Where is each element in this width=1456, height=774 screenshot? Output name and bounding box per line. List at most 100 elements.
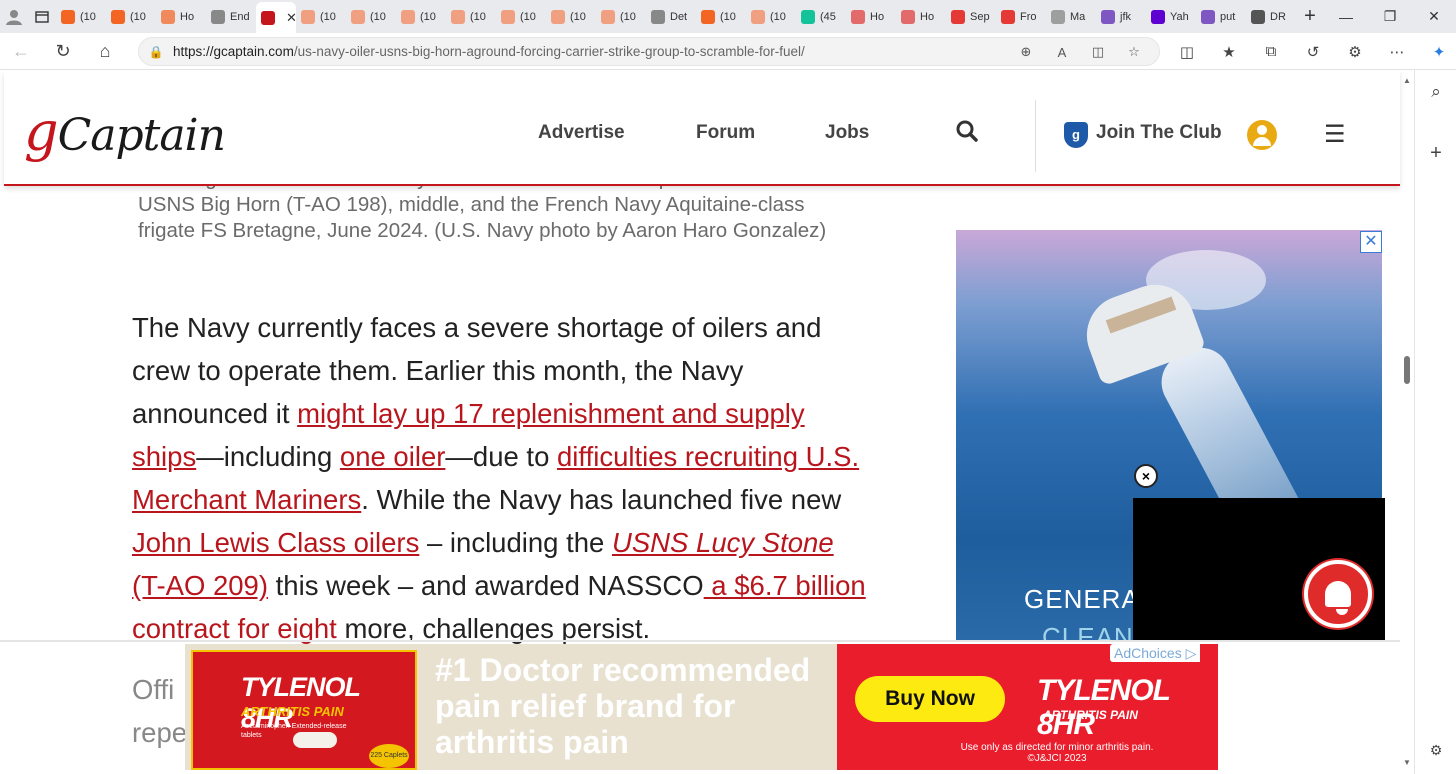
sidebar-add-icon[interactable]: + [1415, 142, 1456, 165]
tab-favicon-icon [1151, 9, 1165, 24]
browser-tab[interactable]: jfk [1096, 3, 1146, 31]
browser-tab[interactable]: End [206, 3, 256, 31]
url-path: /us-navy-oiler-usns-big-horn-aground-for… [293, 44, 805, 59]
tab-label: Sep [970, 10, 990, 23]
tab-label: (10 [620, 10, 636, 23]
tab-label: put [1220, 10, 1236, 23]
link-one-oiler[interactable]: one oiler [340, 441, 446, 472]
close-window-button[interactable]: ✕ [1412, 0, 1456, 33]
more-menu-icon[interactable]: ⋯ [1376, 33, 1418, 70]
browser-tab[interactable]: ✕ [256, 2, 296, 33]
sidebar-settings-icon[interactable]: ⚙ [1415, 742, 1456, 759]
buy-now-button[interactable]: Buy Now [855, 676, 1005, 722]
split-screen-icon[interactable]: ◫ [1166, 33, 1208, 70]
reader-view-icon[interactable]: ◫ [1083, 41, 1113, 63]
nav-forum[interactable]: Forum [696, 122, 755, 144]
video-close-button[interactable]: × [1134, 464, 1158, 488]
tab-favicon-icon [401, 9, 415, 24]
browser-tab[interactable]: Ho [896, 3, 946, 31]
home-button[interactable]: ⌂ [84, 33, 126, 70]
browser-tab[interactable]: (10 [396, 3, 446, 31]
tab-favicon-icon [111, 9, 125, 24]
browser-tab[interactable]: Ho [156, 3, 206, 31]
url-input[interactable]: 🔒 https://gcaptain.com/us-navy-oiler-usn… [138, 37, 1160, 66]
header-divider [1035, 100, 1036, 172]
gcaptain-logo[interactable]: gCaptain [24, 100, 226, 163]
ad-close-button[interactable]: ✕ [1360, 231, 1382, 253]
user-avatar-icon[interactable] [1247, 120, 1277, 150]
browser-tab[interactable]: Sep [946, 3, 996, 31]
minimize-button[interactable]: — [1324, 0, 1368, 33]
tab-label: Yah [1170, 10, 1189, 23]
sidebar-search-icon[interactable]: ⌕ [1415, 82, 1456, 102]
restore-button[interactable]: ❐ [1368, 0, 1412, 33]
browser-tab[interactable]: (10 [496, 3, 546, 31]
profile-icon[interactable] [0, 3, 28, 31]
tab-favicon-icon [801, 9, 815, 24]
lock-icon[interactable]: 🔒 [139, 45, 173, 59]
browser-tab[interactable]: (45 [796, 3, 846, 31]
nav-advertise[interactable]: Advertise [538, 122, 625, 144]
search-icon[interactable] [956, 120, 978, 148]
extensions-icon[interactable]: ⚙ [1334, 33, 1376, 70]
browser-tab[interactable]: (10 [546, 3, 596, 31]
tab-favicon-icon [211, 9, 225, 24]
read-aloud-icon[interactable]: A [1047, 41, 1077, 63]
nav-jobs[interactable]: Jobs [825, 122, 869, 144]
ad-headline-2: CLEAN [1042, 622, 1134, 642]
tab-label: (10 [80, 10, 96, 23]
tab-favicon-icon [701, 9, 715, 24]
browser-tab[interactable]: (10 [346, 3, 396, 31]
zoom-icon[interactable]: ⊕ [1011, 41, 1041, 63]
collections-icon[interactable]: ⧉ [1250, 33, 1292, 70]
tab-label: (10 [720, 10, 736, 23]
tab-label: (10 [320, 10, 336, 23]
caption-line-1: USNS Big Horn (T-AO 198), middle, and th… [138, 193, 805, 216]
refresh-button[interactable]: ↻ [42, 33, 84, 70]
favorite-star-icon[interactable]: ☆ [1119, 41, 1149, 63]
tab-actions-icon[interactable] [28, 3, 56, 31]
browser-tab[interactable]: Fro [996, 3, 1046, 31]
browser-tab[interactable]: Yah [1146, 3, 1196, 31]
sticky-ad-divider [0, 640, 1400, 642]
browser-tab[interactable]: (10 [746, 3, 796, 31]
adchoices-icon[interactable]: AdChoices ▷ [1110, 644, 1201, 662]
tab-favicon-icon [901, 9, 915, 24]
new-tab-button[interactable]: + [1296, 3, 1324, 31]
browser-tab[interactable]: put [1196, 3, 1246, 31]
notification-bell-icon[interactable] [1304, 560, 1372, 628]
history-icon[interactable]: ↺ [1292, 33, 1334, 70]
edge-sidebar: ⌕ + ⚙ [1414, 70, 1456, 774]
browser-tab[interactable]: Ho [846, 3, 896, 31]
url-text: https://gcaptain.com/us-navy-oiler-usns-… [173, 44, 805, 59]
page-scrollbar[interactable]: ▲ ▼ [1400, 70, 1414, 774]
browser-tab[interactable]: (10 [106, 3, 156, 31]
favorites-icon[interactable]: ★ [1208, 33, 1250, 70]
tab-favicon-icon [1251, 9, 1265, 24]
browser-tab[interactable]: DR [1246, 3, 1296, 31]
scroll-up-arrow[interactable]: ▲ [1400, 76, 1414, 85]
tab-favicon-icon [451, 9, 465, 24]
tab-favicon-icon [1201, 9, 1215, 24]
link-john-lewis-oilers[interactable]: John Lewis Class oilers [132, 527, 419, 558]
hamburger-menu-icon[interactable]: ☰ [1324, 120, 1346, 149]
back-button[interactable]: ← [0, 33, 42, 70]
browser-tab[interactable]: (10 [56, 3, 106, 31]
browser-tab[interactable]: (10 [296, 3, 346, 31]
tab-close-icon[interactable]: ✕ [286, 10, 296, 26]
scroll-down-arrow[interactable]: ▼ [1400, 758, 1414, 767]
tab-favicon-icon [1101, 9, 1115, 24]
scrollbar-thumb[interactable] [1404, 356, 1410, 384]
browser-tab[interactable]: Det [646, 3, 696, 31]
join-the-club-link[interactable]: Join The Club [1096, 122, 1222, 144]
tab-favicon-icon [501, 9, 515, 24]
browser-tab[interactable]: (10 [596, 3, 646, 31]
browser-tab[interactable]: (10 [696, 3, 746, 31]
tab-favicon-icon [551, 9, 565, 24]
browser-tab[interactable]: (10 [446, 3, 496, 31]
copilot-icon[interactable]: ✦ [1418, 33, 1456, 70]
article-paragraph: The Navy currently faces a severe shorta… [132, 312, 866, 644]
tylenol-ad[interactable]: TYLENOL 8HR ARTHRITIS PAIN Acetaminophen… [185, 644, 1218, 770]
tab-favicon-icon [951, 9, 965, 24]
browser-tab[interactable]: Ma [1046, 3, 1096, 31]
